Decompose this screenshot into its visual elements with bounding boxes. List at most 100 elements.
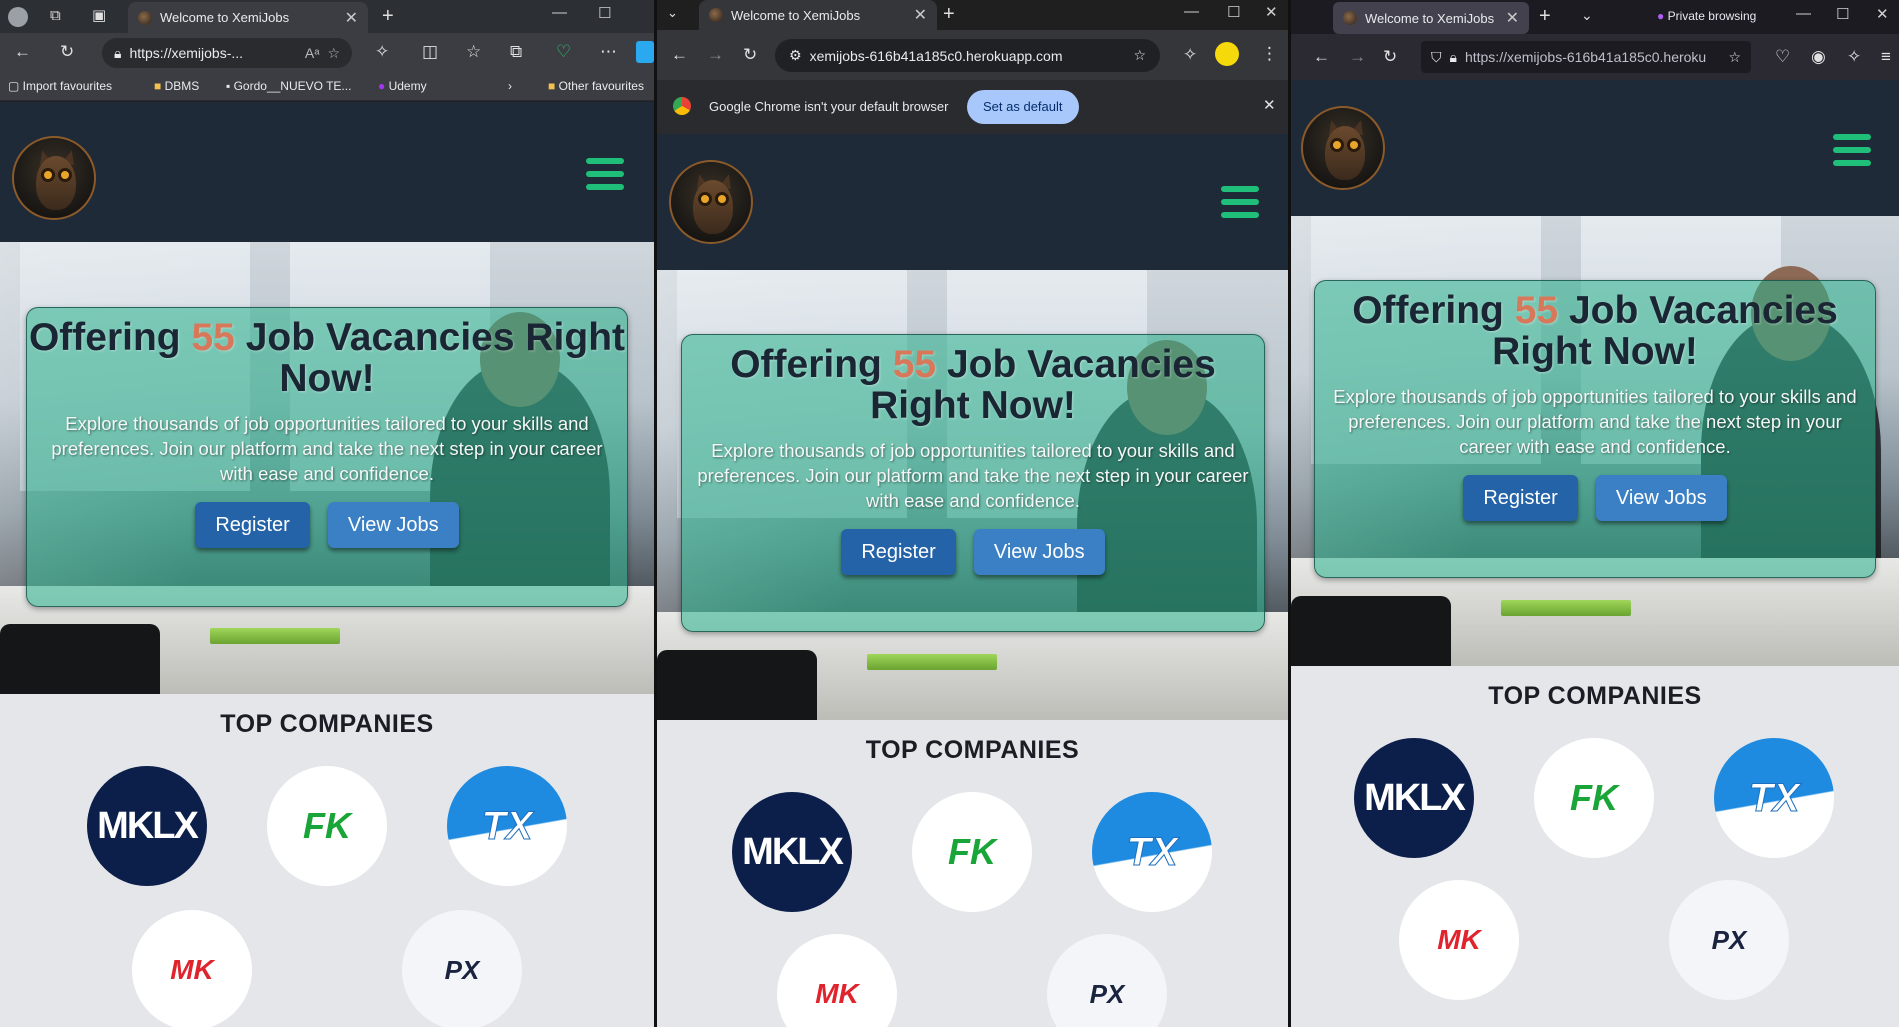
new-tab-icon[interactable]: + — [1539, 6, 1551, 26]
company-logo-mk[interactable]: MK — [777, 934, 897, 1027]
close-tab-icon[interactable]: ✕ — [914, 5, 927, 25]
view-jobs-button[interactable]: View Jobs — [1595, 475, 1727, 521]
site-info-icon[interactable]: ⚙︎ — [789, 47, 802, 64]
register-button[interactable]: Register — [841, 529, 956, 575]
favorites-icon[interactable]: ☆ — [466, 43, 481, 60]
company-logo-tx[interactable]: TX — [447, 766, 567, 886]
chrome-page: Offering 55 Job Vacancies Right Now! Exp… — [657, 134, 1288, 1027]
tracking-shield-icon[interactable]: ⛉ — [1431, 49, 1442, 66]
extensions-icon[interactable]: ✧ — [1183, 46, 1197, 63]
collections-icon[interactable]: ⧉ — [510, 43, 522, 60]
account-icon[interactable]: ◉ — [1811, 48, 1826, 65]
company-logo-mklx[interactable]: MKLX — [87, 766, 207, 886]
company-logo-mklx[interactable]: MKLX — [732, 792, 852, 912]
edge-address-bar[interactable]: 🔒︎ https://xemijobs-... Aᵃ ☆ — [102, 38, 352, 68]
bookmark-import[interactable]: ▢ Import favourites — [8, 79, 112, 93]
profile-avatar[interactable] — [1215, 42, 1239, 66]
more-icon[interactable]: ⋯ — [600, 43, 617, 60]
company-logo-px[interactable]: PX — [1047, 934, 1167, 1027]
register-button[interactable]: Register — [1463, 475, 1578, 521]
extensions-icon[interactable]: ✧ — [375, 43, 389, 60]
close-tab-icon[interactable]: ✕ — [345, 8, 358, 28]
more-icon[interactable]: ⋮ — [1261, 45, 1278, 62]
bookmarks-overflow-icon[interactable]: › — [508, 79, 512, 93]
split-screen-icon[interactable]: ◫ — [422, 43, 438, 60]
view-jobs-button[interactable]: View Jobs — [973, 529, 1105, 575]
chrome-window: ⌄ Welcome to XemiJobs ✕ + — ☐ ✕ ← → ↻ ⚙︎… — [657, 0, 1288, 1027]
view-jobs-button[interactable]: View Jobs — [327, 502, 459, 548]
company-logo-fk[interactable]: FK — [267, 766, 387, 886]
company-logo-fk[interactable]: FK — [912, 792, 1032, 912]
pocket-icon[interactable]: ♡ — [1775, 48, 1790, 65]
company-logo-mklx[interactable]: MKLX — [1354, 738, 1474, 858]
company-logo-tx[interactable]: TX — [1714, 738, 1834, 858]
workspaces-icon[interactable]: ⧉ — [50, 8, 61, 23]
minimize-icon[interactable]: — — [1796, 5, 1811, 22]
copilot-icon[interactable] — [636, 41, 654, 63]
minimize-icon[interactable]: — — [552, 4, 567, 21]
refresh-icon[interactable]: ↻ — [743, 46, 757, 63]
tab-actions-icon[interactable]: ▣ — [92, 8, 106, 23]
chrome-tab-active[interactable]: Welcome to XemiJobs ✕ — [699, 0, 937, 30]
profile-avatar[interactable] — [8, 7, 28, 27]
company-logo-px[interactable]: PX — [1669, 880, 1789, 1000]
health-icon[interactable]: ♡ — [556, 43, 571, 60]
company-logo-fk[interactable]: FK — [1534, 738, 1654, 858]
owl-logo[interactable] — [1301, 106, 1385, 190]
infobar-message: Google Chrome isn't your default browser — [709, 99, 949, 114]
extensions-icon[interactable]: ✧ — [1847, 48, 1861, 65]
bookmark-udemy[interactable]: ● Udemy — [378, 79, 427, 93]
maximize-icon[interactable]: ☐ — [1227, 3, 1240, 21]
close-infobar-icon[interactable]: ✕ — [1263, 98, 1276, 113]
owl-logo[interactable] — [12, 136, 96, 220]
company-logo-mk[interactable]: MK — [1399, 880, 1519, 1000]
back-icon[interactable]: ← — [671, 46, 688, 63]
bookmark-other-favourites[interactable]: ■ Other favourites — [548, 79, 644, 93]
refresh-icon[interactable]: ↻ — [60, 43, 74, 60]
tab-title: Welcome to XemiJobs — [1365, 10, 1495, 26]
tab-search-icon[interactable]: ⌄ — [667, 6, 678, 19]
new-tab-icon[interactable]: + — [382, 6, 394, 26]
bookmark-dbms[interactable]: ■ DBMS — [154, 79, 199, 93]
chrome-address-bar[interactable]: ⚙︎ xemijobs-616b41a185c0.herokuapp.com ☆ — [775, 39, 1160, 72]
company-logo-tx[interactable]: TX — [1092, 792, 1212, 912]
firefox-address-bar[interactable]: ⛉ 🔒︎ https://xemijobs-616b41a185c0.herok… — [1421, 41, 1751, 73]
bookmark-gordo[interactable]: ▪ Gordo__NUEVO TE... — [226, 79, 351, 93]
back-icon[interactable]: ← — [1313, 48, 1330, 65]
firefox-tab-active[interactable]: Welcome to XemiJobs ✕ — [1333, 2, 1529, 34]
set-default-button[interactable]: Set as default — [967, 90, 1079, 124]
screenshot-root: ⧉ ▣ Welcome to XemiJobs ✕ + — ☐ ← ↻ 🔒︎ h… — [0, 0, 1899, 1027]
close-tab-icon[interactable]: ✕ — [1506, 8, 1519, 28]
bookmark-star-icon[interactable]: ☆ — [1133, 47, 1146, 64]
edge-page: Offering 55 Job Vacancies Right Now! Exp… — [0, 102, 654, 1027]
close-window-icon[interactable]: ✕ — [1876, 5, 1889, 23]
forward-icon[interactable]: → — [1349, 48, 1366, 65]
hamburger-menu-icon[interactable] — [1833, 134, 1871, 166]
edge-tab-active[interactable]: Welcome to XemiJobs ✕ — [128, 2, 368, 33]
back-icon[interactable]: ← — [14, 43, 31, 60]
company-logo-px[interactable]: PX — [402, 910, 522, 1027]
tab-favicon-icon — [138, 10, 152, 25]
maximize-icon[interactable]: ☐ — [598, 4, 611, 22]
hero-description: Explore thousands of job opportunities t… — [697, 440, 1249, 511]
refresh-icon[interactable]: ↻ — [1383, 48, 1397, 65]
list-tabs-icon[interactable]: ⌄ — [1581, 8, 1593, 22]
owl-logo[interactable] — [669, 160, 753, 244]
hamburger-menu-icon[interactable] — [1221, 186, 1259, 218]
tab-favicon-icon — [709, 8, 723, 22]
firefox-toolbar: ← → ↻ ⛉ 🔒︎ https://xemijobs-616b41a185c0… — [1291, 34, 1899, 80]
new-tab-icon[interactable]: + — [943, 4, 955, 24]
minimize-icon[interactable]: — — [1184, 3, 1199, 20]
menu-icon[interactable]: ≡ — [1881, 48, 1891, 65]
close-window-icon[interactable]: ✕ — [1265, 3, 1278, 21]
hamburger-menu-icon[interactable] — [586, 158, 624, 190]
vacancy-count: 55 — [892, 343, 937, 386]
bookmark-star-icon[interactable]: ☆ — [1728, 49, 1741, 66]
company-logo-mk[interactable]: MK — [132, 910, 252, 1027]
forward-icon[interactable]: → — [707, 46, 724, 63]
read-aloud-icon[interactable]: Aᵃ — [305, 45, 320, 61]
register-button[interactable]: Register — [195, 502, 310, 548]
maximize-icon[interactable]: ☐ — [1836, 5, 1849, 23]
top-companies-title: TOP COMPANIES — [220, 710, 434, 738]
favorite-star-icon[interactable]: ☆ — [327, 45, 340, 62]
